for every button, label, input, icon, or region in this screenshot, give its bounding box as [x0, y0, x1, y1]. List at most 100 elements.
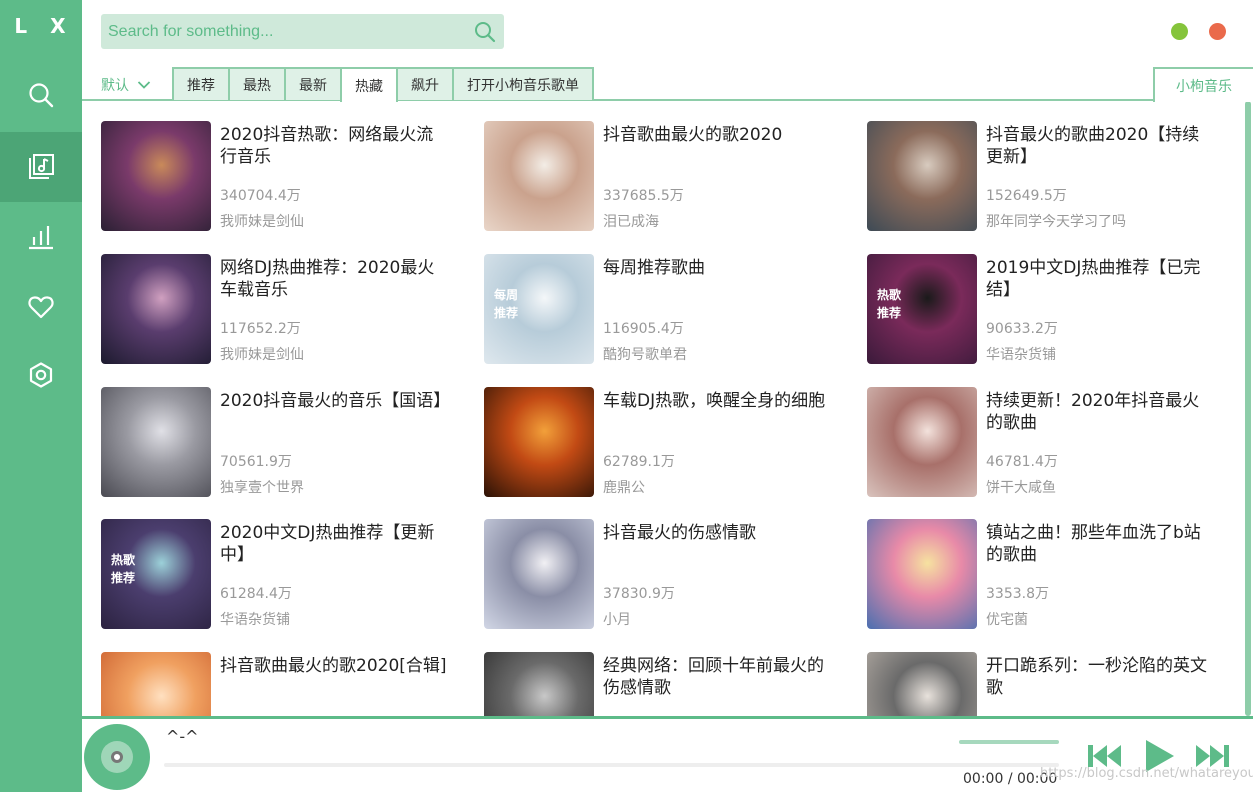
- sort-label: 默认: [101, 78, 129, 94]
- playlist-card[interactable]: 热歌推荐 2019中文DJ热曲推荐【已完结】 90633.2万 华语杂货铺: [867, 254, 1227, 366]
- playlist-play-count: 62789.1万: [603, 454, 675, 470]
- playlist-author: 独享壹个世界: [220, 480, 304, 496]
- playlist-title: 镇站之曲！那些年血洗了b站的歌曲: [986, 523, 1201, 565]
- search-bar: [101, 14, 504, 49]
- playlist-title: 抖音歌曲最火的歌2020[合辑]: [220, 656, 447, 676]
- watermark: https://blog.csdn.net/whatareyougoo: [1040, 766, 1253, 781]
- playlist-play-count: 46781.4万: [986, 454, 1058, 470]
- playlist-title: 车载DJ热歌，唤醒全身的细胞: [603, 391, 826, 411]
- playlist-title: 每周推荐歌曲: [603, 258, 705, 278]
- playlist-cover: [867, 652, 977, 716]
- playlist-title: 持续更新！2020年抖音最火的歌曲: [986, 391, 1200, 433]
- minimize-button[interactable]: [1171, 23, 1188, 40]
- tab-5[interactable]: 打开小枸音乐歌单: [452, 67, 594, 100]
- playlist-cover: [101, 254, 211, 364]
- playlist-title: 抖音最火的歌曲2020【持续更新】: [986, 125, 1200, 167]
- search-button[interactable]: [466, 14, 504, 49]
- playlist-card[interactable]: 开口跪系列：一秒沦陷的英文歌: [867, 652, 1227, 716]
- playlist-play-count: 61284.4万: [220, 586, 292, 602]
- playlist-title: 2020抖音热歌：网络最火流行音乐: [220, 125, 434, 167]
- scrollbar[interactable]: [1245, 101, 1251, 716]
- playlist-author: 小月: [603, 612, 631, 628]
- playlist-card[interactable]: 每周推荐 每周推荐歌曲 116905.4万 酷狗号歌单君: [484, 254, 844, 366]
- playlist-card[interactable]: 热歌推荐 2020中文DJ热曲推荐【更新中】 61284.4万 华语杂货铺: [101, 519, 461, 631]
- playlist-card[interactable]: 车载DJ热歌，唤醒全身的细胞 62789.1万 鹿鼎公: [484, 387, 844, 499]
- tab-2[interactable]: 最新: [284, 67, 342, 100]
- cover-text: 热歌推荐: [877, 288, 902, 320]
- playlist-author: 饼干大咸鱼: [986, 480, 1056, 496]
- tab-bar: 推荐 最热 最新 热藏 飙升 打开小枸音乐歌单: [172, 67, 594, 102]
- playlist-author: 鹿鼎公: [603, 480, 645, 496]
- playlist-author: 酷狗号歌单君: [603, 347, 687, 363]
- search-input[interactable]: [101, 14, 466, 49]
- playlist-title: 2019中文DJ热曲推荐【已完结】: [986, 258, 1201, 300]
- playlist-card[interactable]: 持续更新！2020年抖音最火的歌曲 46781.4万 饼干大咸鱼: [867, 387, 1227, 499]
- playlist-play-count: 90633.2万: [986, 321, 1058, 337]
- playlist-card[interactable]: 2020抖音最火的音乐【国语】 70561.9万 独享壹个世界: [101, 387, 461, 499]
- progress-bar[interactable]: [164, 763, 1059, 767]
- playlist-author: 华语杂货铺: [220, 612, 290, 628]
- playlist-author: 泪已成海: [603, 214, 659, 230]
- sidebar-item-favorites[interactable]: [0, 272, 82, 342]
- sidebar-item-playlist[interactable]: [0, 132, 82, 202]
- playlist-card[interactable]: 抖音最火的伤感情歌 37830.9万 小月: [484, 519, 844, 631]
- music-list-icon: [29, 154, 54, 179]
- playlist-grid: 2020抖音热歌：网络最火流行音乐 340704.4万 我师妹是剑仙 抖音歌曲最火的歌…: [82, 101, 1245, 716]
- playlist-cover: 热歌推荐: [867, 254, 977, 364]
- playlist-cover: [101, 652, 211, 716]
- playlist-cover: 热歌推荐: [101, 519, 211, 629]
- close-button[interactable]: [1209, 23, 1226, 40]
- playlist-title: 经典网络：回顾十年前最火的伤感情歌: [603, 656, 824, 698]
- playlist-play-count: 37830.9万: [603, 586, 675, 602]
- playlist-card[interactable]: 抖音最火的歌曲2020【持续更新】 152649.5万 那年同学今天学习了吗: [867, 121, 1227, 233]
- playlist-card[interactable]: 经典网络：回顾十年前最火的伤感情歌: [484, 652, 844, 716]
- playlist-play-count: 117652.2万: [220, 321, 301, 337]
- playlist-card[interactable]: 抖音歌曲最火的歌2020[合辑]: [101, 652, 461, 716]
- app-logo: L X: [14, 14, 74, 38]
- playlist-play-count: 152649.5万: [986, 188, 1067, 204]
- search-icon: [29, 83, 54, 108]
- tab-1[interactable]: 最热: [228, 67, 286, 100]
- current-time: 00:00: [963, 771, 1004, 787]
- playlist-card[interactable]: 2020抖音热歌：网络最火流行音乐 340704.4万 我师妹是剑仙: [101, 121, 461, 233]
- sidebar-item-charts[interactable]: [0, 202, 82, 272]
- playlist-play-count: 340704.4万: [220, 188, 301, 204]
- search-icon: [475, 21, 496, 42]
- volume-slider[interactable]: [959, 740, 1059, 744]
- playlist-cover: [101, 121, 211, 231]
- playlist-cover: [867, 387, 977, 497]
- playlist-cover: [867, 519, 977, 629]
- playlist-cover: [484, 519, 594, 629]
- playlist-author: 华语杂货铺: [986, 347, 1056, 363]
- playlist-author: 优宅菌: [986, 612, 1028, 628]
- playlist-cover: 每周推荐: [484, 254, 594, 364]
- playlist-cover: [484, 387, 594, 497]
- tab-4[interactable]: 飙升: [396, 67, 454, 100]
- tab-0[interactable]: 推荐: [172, 67, 230, 100]
- heart-icon: [28, 296, 54, 319]
- playlist-title: 2020抖音最火的音乐【国语】: [220, 391, 450, 411]
- tab-3[interactable]: 热藏: [340, 67, 398, 102]
- playlist-title: 2020中文DJ热曲推荐【更新中】: [220, 523, 435, 565]
- sidebar-item-settings[interactable]: [0, 340, 82, 410]
- sort-dropdown[interactable]: 默认: [101, 70, 151, 100]
- playlist-title: 抖音最火的伤感情歌: [603, 523, 756, 543]
- playlist-title: 开口跪系列：一秒沦陷的英文歌: [986, 656, 1207, 698]
- playlist-cover: [867, 121, 977, 231]
- source-tab[interactable]: 小枸音乐: [1153, 67, 1253, 102]
- track-name: ^-^: [166, 727, 199, 746]
- sidebar-item-search[interactable]: [0, 60, 82, 130]
- time-separator: /: [1007, 771, 1013, 787]
- playlist-card[interactable]: 抖音歌曲最火的歌2020 337685.5万 泪已成海: [484, 121, 844, 233]
- album-disc[interactable]: [84, 724, 150, 790]
- settings-icon: [29, 362, 53, 388]
- playlist-cover: [484, 652, 594, 716]
- playlist-card[interactable]: 网络DJ热曲推荐：2020最火车载音乐 117652.2万 我师妹是剑仙: [101, 254, 461, 366]
- playlist-play-count: 3353.8万: [986, 586, 1049, 602]
- cover-text: 每周推荐: [494, 288, 519, 320]
- playlist-play-count: 70561.9万: [220, 454, 292, 470]
- playlist-card[interactable]: 镇站之曲！那些年血洗了b站的歌曲 3353.8万 优宅菌: [867, 519, 1227, 631]
- playlist-cover: [484, 121, 594, 231]
- bar-chart-icon: [29, 226, 53, 250]
- chevron-down-icon: [137, 81, 151, 89]
